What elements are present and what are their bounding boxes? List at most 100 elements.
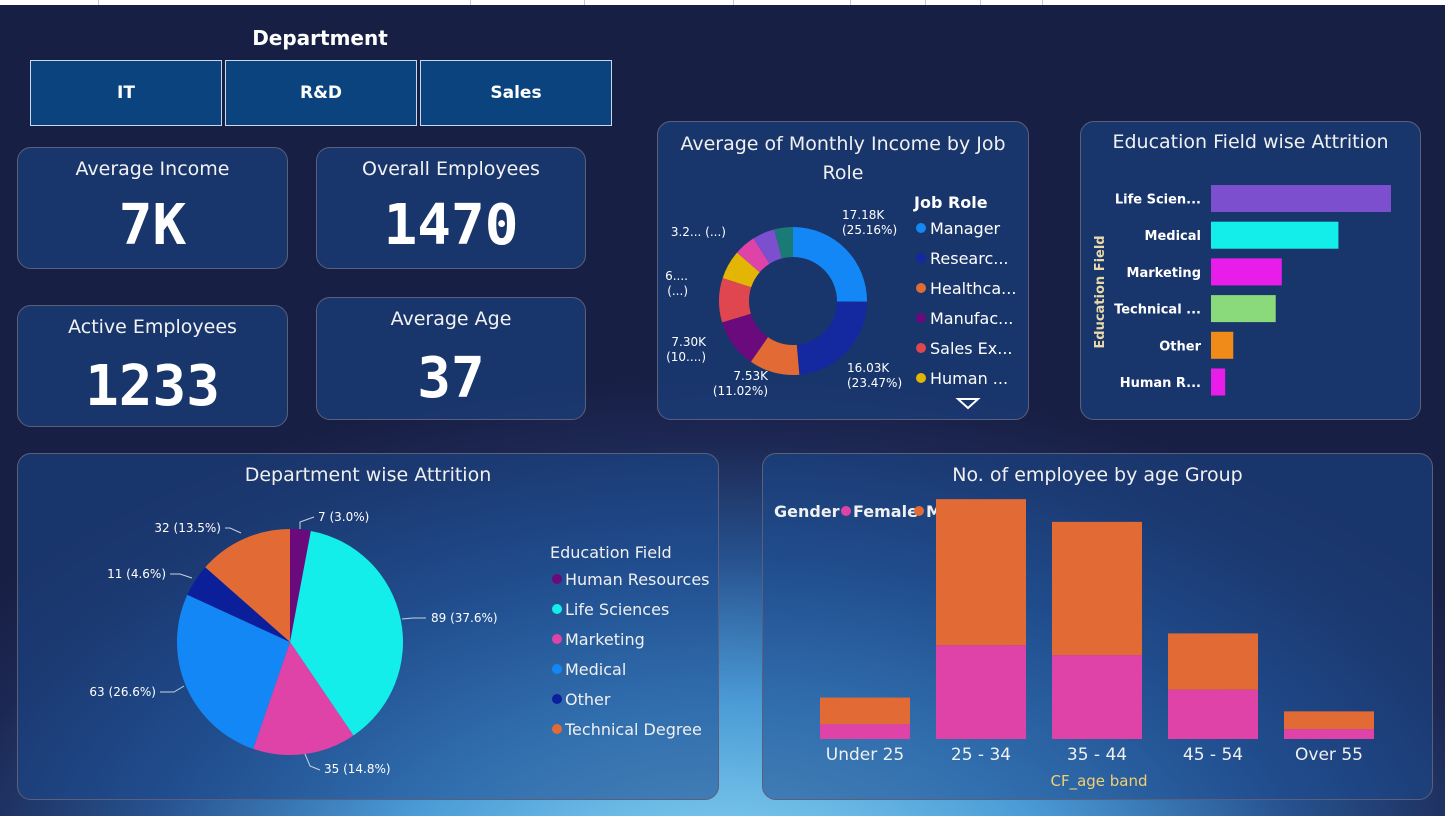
legend-item: Medical (565, 660, 626, 679)
donut-data-label: (...) (667, 284, 688, 298)
kpi-label: Average Income (75, 158, 230, 180)
column-segment (1052, 655, 1142, 739)
legend-marker (552, 724, 562, 734)
donut-data-label: 16.03K (847, 361, 890, 375)
slicer-option-it[interactable]: IT (30, 60, 222, 126)
kpi-card-active-employees[interactable]: Active Employees 1233 (17, 305, 288, 427)
legend-marker (916, 343, 926, 353)
bar (1211, 185, 1391, 212)
legend-marker (916, 253, 926, 263)
legend-marker (916, 373, 926, 383)
donut-data-label: (11.02%) (713, 384, 768, 398)
category-label: Medical (1145, 229, 1201, 244)
donut-data-label: 6.... (665, 269, 688, 283)
legend-marker (916, 313, 926, 323)
kpi-label: Active Employees (68, 316, 237, 338)
ribbon-separator (98, 0, 99, 5)
pie-data-label: 11 (4.6%) (107, 567, 166, 581)
legend-marker (552, 634, 562, 644)
legend-marker (916, 283, 926, 293)
bar (1211, 258, 1282, 286)
category-label: Human R... (1120, 376, 1201, 391)
job-role-income-card[interactable]: Average of Monthly Income by Job Role 17.… (657, 121, 1029, 420)
kpi-value: 1470 (383, 193, 519, 258)
column-segment (820, 724, 910, 739)
y-axis-label: Education Field (1093, 235, 1108, 348)
age-group-card[interactable]: No. of employee by age Group Gender Femal… (762, 453, 1433, 800)
column-segment (1284, 729, 1374, 739)
ribbon-separator (733, 0, 734, 5)
category-label: 45 - 54 (1183, 745, 1243, 765)
legend-marker (552, 694, 562, 704)
kpi-value: 1233 (85, 354, 220, 419)
category-label: 25 - 34 (951, 745, 1011, 765)
leader-line (401, 617, 426, 620)
department-pie-chart: 7 (3.0%) 89 (37.6%) 35 (14.8%) 63 (26.6%) 11… (89, 510, 709, 776)
category-label: Under 25 (826, 745, 905, 765)
legend-marker (916, 223, 926, 233)
ribbon-separator (584, 0, 585, 5)
kpi-card-average-age[interactable]: Average Age 37 (316, 297, 586, 420)
pie-data-label: 89 (37.6%) (431, 611, 498, 625)
donut-data-label: 7.30K (671, 335, 707, 349)
ribbon-separator (470, 0, 471, 5)
legend-item: Other (565, 690, 611, 709)
category-label: Other (1159, 339, 1201, 354)
x-axis-label: CF_age band (1050, 772, 1147, 791)
legend-item: Manager (930, 219, 1001, 238)
pie-data-label: 35 (14.8%) (324, 762, 391, 776)
leader-line (170, 573, 193, 579)
legend-title: Job Role (913, 193, 988, 212)
legend-item: Manufac... (930, 309, 1013, 328)
column-segment (936, 645, 1026, 739)
legend-item: Sales Ex... (930, 339, 1013, 358)
category-label: Marketing (1127, 266, 1201, 281)
legend-item: Human ... (930, 369, 1008, 388)
donut-chart: 17.18K(25.16%) 16.03K(23.47%) 7.53K(11.02%… (665, 193, 1016, 410)
bar (1211, 221, 1339, 249)
kpi-value: 37 (417, 346, 485, 411)
legend-title: Gender (774, 502, 840, 521)
column-segment (820, 697, 910, 725)
column-segment (1052, 521, 1142, 656)
column-segment (1284, 711, 1374, 730)
legend-item: Female (853, 502, 918, 521)
legend-marker (552, 664, 562, 674)
donut-data-label: 17.18K (842, 208, 885, 222)
category-label: 35 - 44 (1067, 745, 1127, 765)
legend-item: Researc... (930, 249, 1009, 268)
slicer-option-sales[interactable]: Sales (420, 60, 612, 126)
legend-item: Life Sciences (565, 600, 669, 619)
donut-data-label: (10....) (666, 350, 706, 364)
slicer-option-rnd[interactable]: R&D (225, 60, 417, 126)
legend-marker (552, 574, 562, 584)
leader-line (304, 753, 321, 771)
legend-marker (552, 604, 562, 614)
leader-line (160, 685, 185, 693)
legend-item: Healthca... (930, 279, 1016, 298)
category-label: Life Scien... (1115, 193, 1201, 208)
department-attrition-card[interactable]: Department wise Attrition 7 (3.0%) 89 (37… (17, 453, 719, 800)
kpi-card-average-income[interactable]: Average Income 7K (17, 147, 288, 269)
kpi-label: Overall Employees (362, 158, 540, 180)
bar (1211, 331, 1234, 359)
kpi-value: 7K (118, 193, 187, 258)
column-segment (1168, 689, 1258, 739)
legend-item: Marketing (565, 630, 645, 649)
kpi-card-overall-employees[interactable]: Overall Employees 1470 (316, 147, 586, 269)
education-attrition-card[interactable]: Education Field wise Attrition Education… (1080, 121, 1421, 420)
category-label: Over 55 (1295, 745, 1363, 765)
education-bar-chart: Education Field Life Scien... Medical Marke… (1093, 185, 1391, 396)
ribbon-separator (925, 0, 926, 5)
leader-line (225, 527, 242, 534)
ribbon-separator (980, 0, 981, 5)
donut-data-label: 3.2... (...) (671, 225, 726, 239)
age-group-column-chart: GenderFemaleMaleUnder 2525 - 3435 - 4445… (774, 499, 1374, 791)
leader-line (299, 516, 315, 529)
donut-data-label: 7.53K (733, 369, 769, 383)
pie-data-label: 63 (26.6%) (89, 685, 156, 699)
donut-slice (793, 227, 867, 302)
legend-marker (914, 506, 924, 516)
legend-marker (841, 506, 851, 516)
legend-item: Technical Degree (564, 720, 702, 739)
